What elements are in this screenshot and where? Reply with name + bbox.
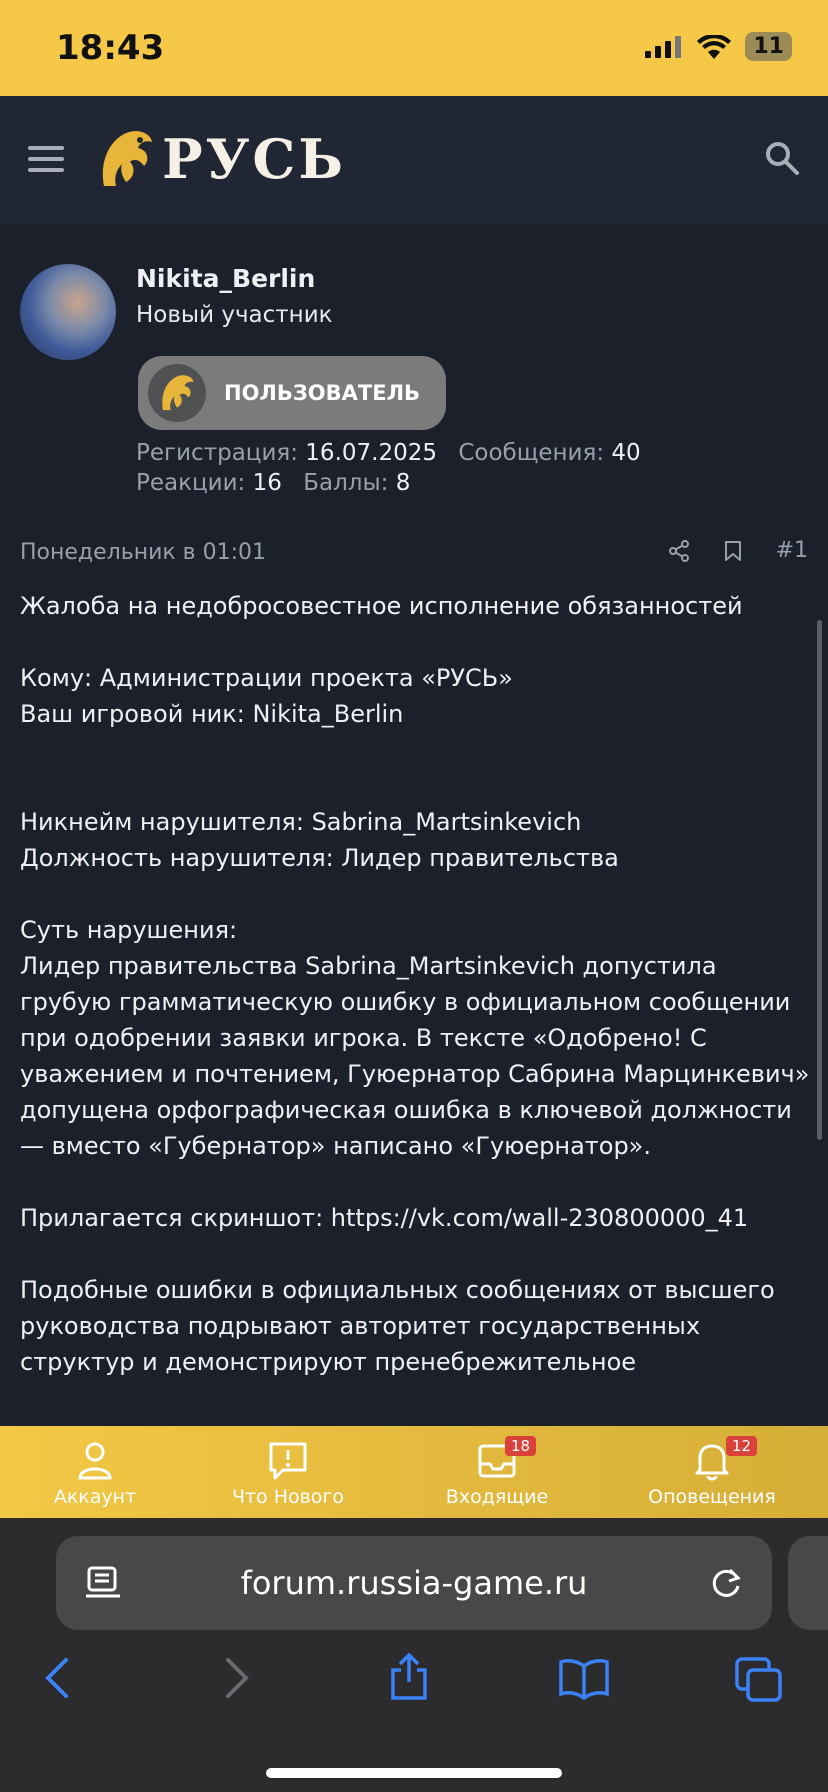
user-group-badge: ПОЛЬЗОВАТЕЛЬ <box>138 356 446 430</box>
address-bar[interactable]: forum.russia-game.ru <box>56 1536 772 1630</box>
user-stats-row-2: Реакции: 16 Баллы: 8 <box>136 470 424 496</box>
reload-icon[interactable] <box>708 1564 744 1600</box>
status-time: 18:43 <box>56 28 165 68</box>
reactions-label: Реакции: <box>136 470 246 496</box>
wifi-icon <box>697 34 732 59</box>
nav-account-label: Аккаунт <box>53 1486 137 1508</box>
messages-value: 40 <box>611 440 641 466</box>
status-bar: 18:43 11 <box>0 0 828 96</box>
badge-label: ПОЛЬЗОВАТЕЛЬ <box>224 381 421 405</box>
post-author-title: Новый участник <box>136 302 333 328</box>
next-tab-preview[interactable] <box>788 1536 828 1630</box>
badge-logo-icon <box>148 364 206 422</box>
menu-icon[interactable] <box>28 146 64 179</box>
nav-notifications-label: Оповещения <box>648 1486 776 1508</box>
logo-text: РУСЬ <box>162 127 346 191</box>
nav-whats-new-label: Что Нового <box>231 1486 345 1508</box>
post-actions: #1 <box>668 538 808 563</box>
nav-inbox[interactable]: 18 Входящие <box>402 1436 592 1508</box>
user-stats-row-1: Регистрация: 16.07.2025 Сообщения: 40 <box>136 440 655 466</box>
bottom-navigation: Аккаунт Что Нового 18 Входящие 12 Оповещ… <box>0 1426 828 1518</box>
browser-chrome: forum.russia-game.ru <box>0 1518 828 1792</box>
battery-indicator: 11 <box>745 32 792 61</box>
post-date[interactable]: Понедельник в 01:01 <box>20 540 266 565</box>
scrollbar[interactable] <box>817 620 822 1140</box>
status-icons: 11 <box>645 32 792 61</box>
share-sheet-icon[interactable] <box>388 1652 430 1702</box>
nav-account[interactable]: Аккаунт <box>0 1440 190 1508</box>
points-value: 8 <box>395 470 411 496</box>
post-number[interactable]: #1 <box>776 538 808 563</box>
back-icon[interactable] <box>40 1656 76 1700</box>
notifications-count-badge: 12 <box>726 1436 758 1456</box>
registration-label: Регистрация: <box>136 440 298 466</box>
reactions-value: 16 <box>252 470 282 496</box>
share-icon[interactable] <box>668 539 690 562</box>
inbox-count-badge: 18 <box>505 1436 537 1456</box>
avatar[interactable] <box>20 264 116 360</box>
nav-inbox-label: Входящие <box>445 1486 549 1508</box>
post-body: Жалоба на недобросовестное исполнение об… <box>20 592 810 1376</box>
tabs-icon[interactable] <box>734 1656 784 1704</box>
url-text: forum.russia-game.ru <box>240 1564 588 1602</box>
messages-label: Сообщения: <box>458 440 605 466</box>
nav-whats-new[interactable]: Что Нового <box>193 1440 383 1508</box>
bookmarks-icon[interactable] <box>558 1656 610 1700</box>
horse-logo-icon <box>102 131 152 186</box>
registration-value: 16.07.2025 <box>305 440 437 466</box>
thread-content: Nikita_Berlin Новый участник ПОЛЬЗОВАТЕЛ… <box>0 240 828 1426</box>
site-logo[interactable]: РУСЬ <box>96 126 346 192</box>
nav-notifications[interactable]: 12 Оповещения <box>617 1436 807 1508</box>
site-header: РУСЬ <box>0 96 828 224</box>
forward-icon[interactable] <box>218 1656 254 1700</box>
points-label: Баллы: <box>303 470 389 496</box>
news-icon <box>269 1442 307 1480</box>
user-icon <box>78 1442 112 1480</box>
bookmark-icon[interactable] <box>724 540 742 562</box>
post-author-name[interactable]: Nikita_Berlin <box>136 264 315 293</box>
search-icon[interactable] <box>764 140 800 176</box>
home-indicator <box>266 1768 562 1778</box>
signal-icon <box>645 35 682 58</box>
